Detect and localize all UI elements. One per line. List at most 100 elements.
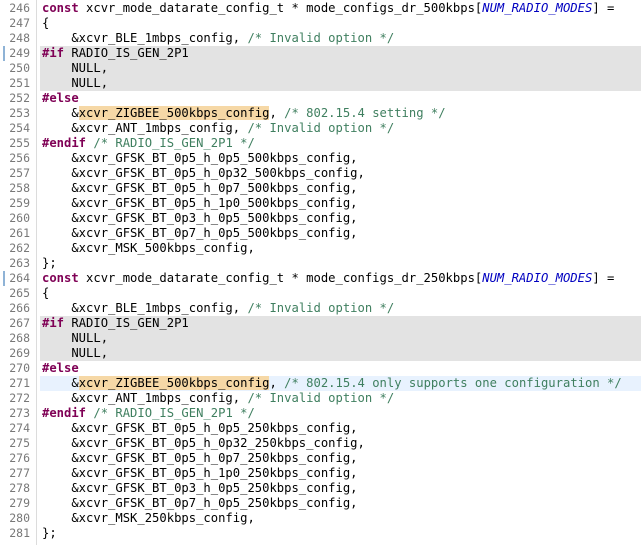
code-line[interactable]: 263}; (0, 256, 641, 271)
code-line[interactable]: 257 &xcvr_GFSK_BT_0p5_h_0p32_500kbps_con… (0, 166, 641, 181)
code-line[interactable]: 275 &xcvr_GFSK_BT_0p5_h_0p32_250kbps_con… (0, 436, 641, 451)
code-text[interactable]: }; (42, 526, 57, 541)
code-text[interactable]: &xcvr_GFSK_BT_0p5_h_0p5_500kbps_config, (42, 151, 357, 166)
comment-token: /* Invalid option */ (247, 301, 395, 315)
gutter-marker (3, 271, 5, 286)
code-text[interactable]: #else (42, 91, 79, 106)
comment-token: /* 802.15.4 only supports one configurat… (284, 376, 622, 390)
code-token: &xcvr_GFSK_BT_0p5_h_1p0_250kbps_config, (42, 466, 358, 480)
code-text[interactable]: &xcvr_GFSK_BT_0p3_h_0p5_250kbps_config, (42, 481, 357, 496)
code-token: }; (42, 256, 57, 270)
code-text[interactable]: #if RADIO_IS_GEN_2P1 (42, 316, 189, 331)
code-text[interactable]: &xcvr_MSK_500kbps_config, (42, 241, 254, 256)
line-number: 267 (9, 316, 30, 330)
code-text[interactable]: &xcvr_GFSK_BT_0p3_h_0p5_500kbps_config, (42, 211, 358, 226)
code-token: NULL, (42, 61, 109, 75)
code-line[interactable]: 274 &xcvr_GFSK_BT_0p5_h_0p5_250kbps_conf… (0, 421, 641, 436)
code-text[interactable]: &xcvr_ZIGBEE_500kbps_config, /* 802.15.4… (42, 376, 622, 391)
code-text[interactable]: &xcvr_GFSK_BT_0p5_h_0p7_500kbps_config, (42, 181, 357, 196)
line-number: 276 (9, 451, 30, 465)
code-line[interactable]: 269 NULL, (0, 346, 641, 361)
comment-token: /* Invalid option */ (247, 31, 395, 45)
code-line[interactable]: 254 &xcvr_ANT_1mbps_config, /* Invalid o… (0, 121, 641, 136)
code-token: &xcvr_GFSK_BT_0p3_h_0p5_500kbps_config, (42, 211, 358, 225)
code-line[interactable]: 273 #endif /* RADIO_IS_GEN_2P1 */ (0, 406, 641, 421)
line-number: 280 (9, 511, 30, 525)
code-text[interactable]: const xcvr_mode_datarate_config_t * mode… (42, 1, 614, 16)
code-text[interactable]: const xcvr_mode_datarate_config_t * mode… (42, 271, 614, 286)
code-token: &xcvr_BLE_1mbps_config, (42, 301, 248, 315)
code-text[interactable]: NULL, (42, 331, 108, 346)
code-line[interactable]: 260 &xcvr_GFSK_BT_0p3_h_0p5_500kbps_conf… (0, 211, 641, 226)
code-line[interactable]: 276 &xcvr_GFSK_BT_0p5_h_0p7_250kbps_conf… (0, 451, 641, 466)
code-text[interactable]: &xcvr_BLE_1mbps_config, /* Invalid optio… (42, 31, 394, 46)
line-number: 268 (9, 331, 30, 345)
code-line[interactable]: 267 #if RADIO_IS_GEN_2P1 (0, 316, 641, 331)
line-number: 271 (9, 376, 30, 390)
code-line[interactable]: 249 #if RADIO_IS_GEN_2P1 (0, 46, 641, 61)
code-line[interactable]: 251 NULL, (0, 76, 641, 91)
code-text[interactable]: &xcvr_GFSK_BT_0p7_h_0p5_500kbps_config, (42, 226, 357, 241)
code-token: &xcvr_ANT_1mbps_config, (42, 121, 248, 135)
code-text[interactable]: &xcvr_ZIGBEE_500kbps_config, /* 802.15.4… (42, 106, 446, 121)
code-line[interactable]: 247 { (0, 16, 641, 31)
code-line[interactable]: 259 &xcvr_GFSK_BT_0p5_h_1p0_500kbps_conf… (0, 196, 641, 211)
code-line[interactable]: 280 &xcvr_MSK_250kbps_config, (0, 511, 641, 526)
code-line[interactable]: 281}; (0, 526, 641, 541)
code-line[interactable]: 253 &xcvr_ZIGBEE_500kbps_config, /* 802.… (0, 106, 641, 121)
code-text[interactable]: &xcvr_GFSK_BT_0p5_h_0p32_250kbps_config, (42, 436, 365, 451)
code-line[interactable]: 252 #else (0, 91, 641, 106)
code-text[interactable]: #endif /* RADIO_IS_GEN_2P1 */ (42, 406, 255, 421)
code-text[interactable]: &xcvr_ANT_1mbps_config, /* Invalid optio… (42, 391, 394, 406)
code-editor[interactable]: 246 const xcvr_mode_datarate_config_t * m… (0, 0, 641, 545)
code-text[interactable]: #if RADIO_IS_GEN_2P1 (42, 46, 189, 61)
code-text[interactable]: &xcvr_BLE_1mbps_config, /* Invalid optio… (42, 301, 394, 316)
code-line[interactable]: 278 &xcvr_GFSK_BT_0p3_h_0p5_250kbps_conf… (0, 481, 641, 496)
code-text[interactable]: { (42, 286, 49, 301)
code-line[interactable]: 246 const xcvr_mode_datarate_config_t * m… (0, 1, 641, 16)
code-line[interactable]: 268 NULL, (0, 331, 641, 346)
code-line[interactable]: 250 NULL, (0, 61, 641, 76)
code-line[interactable]: 264 const xcvr_mode_datarate_config_t * m… (0, 271, 641, 286)
code-line[interactable]: 256 &xcvr_GFSK_BT_0p5_h_0p5_500kbps_conf… (0, 151, 641, 166)
code-token: RADIO_IS_GEN_2P1 (64, 46, 189, 60)
code-text[interactable]: NULL, (42, 346, 108, 361)
code-text[interactable]: }; (42, 256, 57, 271)
code-line[interactable]: 265 { (0, 286, 641, 301)
code-line[interactable]: 271 &xcvr_ZIGBEE_500kbps_config, /* 802.… (0, 376, 641, 391)
code-text[interactable]: &xcvr_GFSK_BT_0p5_h_1p0_250kbps_config, (42, 466, 358, 481)
code-text[interactable]: &xcvr_MSK_250kbps_config, (42, 511, 254, 526)
code-token: &xcvr_ANT_1mbps_config, (42, 391, 248, 405)
code-text[interactable]: &xcvr_ANT_1mbps_config, /* Invalid optio… (42, 121, 394, 136)
code-text[interactable]: NULL, (42, 61, 108, 76)
code-line[interactable]: 248 &xcvr_BLE_1mbps_config, /* Invalid o… (0, 31, 641, 46)
code-text[interactable]: &xcvr_GFSK_BT_0p7_h_0p5_250kbps_config, (42, 496, 357, 511)
code-text[interactable]: #endif /* RADIO_IS_GEN_2P1 */ (42, 136, 255, 151)
line-number: 281 (9, 526, 30, 540)
code-line[interactable]: 258 &xcvr_GFSK_BT_0p5_h_0p7_500kbps_conf… (0, 181, 641, 196)
code-text[interactable]: &xcvr_GFSK_BT_0p5_h_1p0_500kbps_config, (42, 196, 357, 211)
code-text[interactable]: &xcvr_GFSK_BT_0p5_h_0p7_250kbps_config, (42, 451, 357, 466)
code-line[interactable]: 272 &xcvr_ANT_1mbps_config, /* Invalid o… (0, 391, 641, 406)
code-text[interactable]: #else (42, 361, 79, 376)
comment-token: /* RADIO_IS_GEN_2P1 */ (93, 406, 255, 420)
code-text[interactable]: &xcvr_GFSK_BT_0p5_h_0p32_500kbps_config, (42, 166, 365, 181)
code-text[interactable]: NULL, (42, 76, 108, 91)
code-token: & (42, 376, 79, 390)
code-line[interactable]: 266 &xcvr_BLE_1mbps_config, /* Invalid o… (0, 301, 641, 316)
code-token: { (42, 16, 50, 30)
code-line[interactable]: 270 #else (0, 361, 641, 376)
code-token: xcvr_mode_datarate_config_t * mode_confi… (78, 271, 483, 285)
code-text[interactable]: { (42, 16, 49, 31)
line-number: 278 (9, 481, 30, 495)
occurrence-highlight: xcvr_ZIGBEE_500kbps_config (78, 376, 270, 390)
code-token: &xcvr_GFSK_BT_0p5_h_0p32_250kbps_config, (42, 436, 365, 450)
line-number: 252 (9, 91, 30, 105)
code-line[interactable]: 262 &xcvr_MSK_500kbps_config, (0, 241, 641, 256)
code-text[interactable]: &xcvr_GFSK_BT_0p5_h_0p5_250kbps_config, (42, 421, 357, 436)
code-line[interactable]: 277 &xcvr_GFSK_BT_0p5_h_1p0_250kbps_conf… (0, 466, 641, 481)
code-line[interactable]: 279 &xcvr_GFSK_BT_0p7_h_0p5_250kbps_conf… (0, 496, 641, 511)
code-line[interactable]: 255 #endif /* RADIO_IS_GEN_2P1 */ (0, 136, 641, 151)
code-line[interactable]: 261 &xcvr_GFSK_BT_0p7_h_0p5_500kbps_conf… (0, 226, 641, 241)
comment-token: /* Invalid option */ (247, 391, 395, 405)
